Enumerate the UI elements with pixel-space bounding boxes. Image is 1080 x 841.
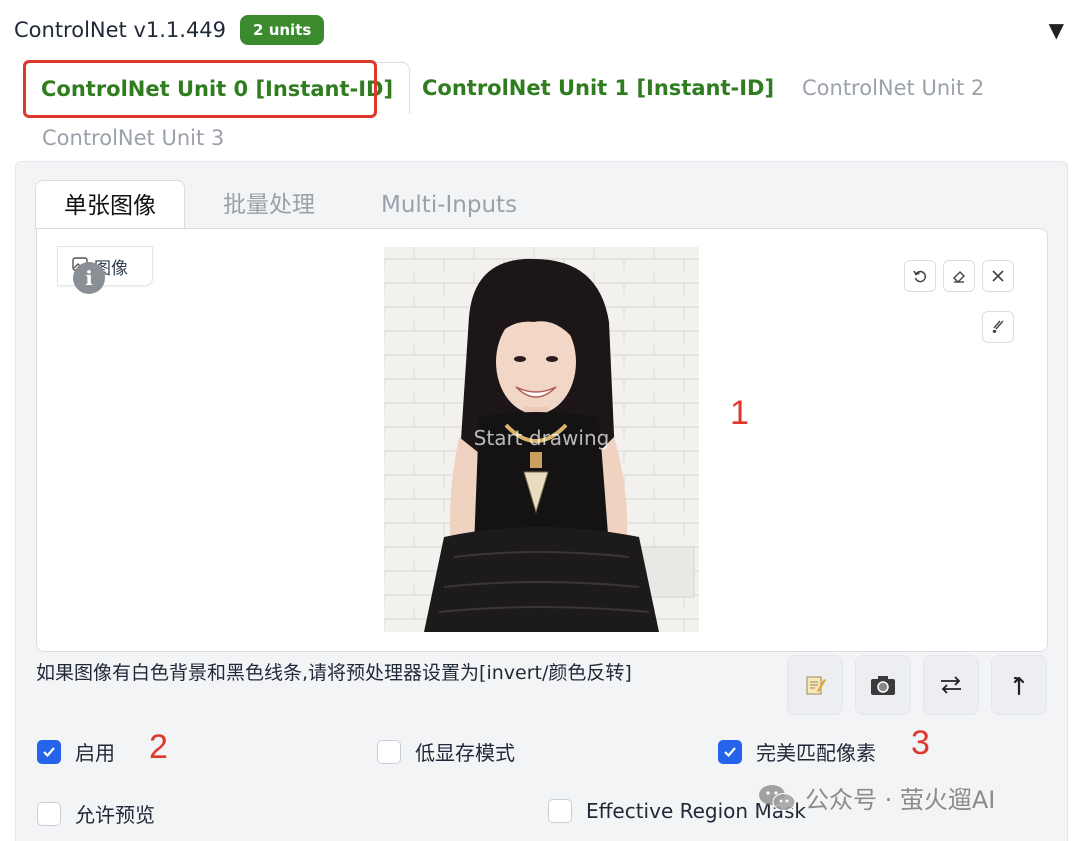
annotation-1: 1	[730, 394, 749, 432]
invert-hint: 如果图像有白色背景和黑色线条,请将预处理器设置为[invert/颜色反转]	[36, 662, 632, 684]
annotation-2: 2	[149, 728, 168, 766]
tab-single-image[interactable]: 单张图像	[35, 180, 185, 230]
canvas-placeholder: Start drawing	[473, 426, 610, 450]
checkbox-unchecked-icon[interactable]	[548, 799, 572, 823]
watermark-text: 公众号 · 萤火遛AI	[805, 786, 996, 814]
upload-arrow-icon[interactable]	[991, 655, 1047, 715]
header-title: ControlNet v1.1.449	[14, 18, 227, 42]
pixel-perfect-label: 完美匹配像素	[756, 741, 876, 765]
swap-icon[interactable]	[923, 655, 979, 715]
tab-unit-2[interactable]: ControlNet Unit 2	[786, 62, 1000, 114]
enable-checkbox[interactable]: 启用	[37, 737, 115, 766]
checkbox-checked-icon[interactable]	[718, 739, 742, 764]
checkbox-unchecked-icon[interactable]	[377, 739, 401, 764]
watermark: 公众号 · 萤火遛AI	[757, 780, 995, 815]
tab-unit-1[interactable]: ControlNet Unit 1 [Instant-ID]	[406, 62, 790, 114]
brush-icon[interactable]	[982, 311, 1014, 343]
low-vram-label: 低显存模式	[415, 741, 515, 765]
camera-icon[interactable]	[855, 655, 911, 715]
highlight-outline	[23, 60, 377, 118]
tab-batch[interactable]: 批量处理	[195, 180, 343, 230]
eraser-icon[interactable]	[943, 260, 975, 292]
undo-icon[interactable]	[904, 260, 936, 292]
input-mode-tabs: 单张图像 批量处理 Multi-Inputs	[35, 180, 1047, 230]
tab-multi-inputs[interactable]: Multi-Inputs	[353, 180, 545, 230]
triangle-down-icon[interactable]: ▼	[1049, 18, 1064, 42]
memo-icon[interactable]	[787, 655, 843, 715]
units-badge: 2 units	[240, 15, 325, 45]
tab-unit-3[interactable]: ControlNet Unit 3	[26, 112, 240, 164]
low-vram-checkbox[interactable]: 低显存模式	[377, 737, 515, 766]
controlnet-header[interactable]: ControlNet v1.1.449 2 units ▼	[14, 12, 1066, 48]
allow-preview-checkbox[interactable]: 允许预览	[37, 799, 155, 828]
close-icon[interactable]	[982, 260, 1014, 292]
annotation-3: 3	[911, 724, 930, 762]
pixel-perfect-checkbox[interactable]: 完美匹配像素	[718, 737, 876, 766]
wechat-icon	[757, 782, 797, 814]
enable-label: 启用	[75, 741, 115, 765]
checkbox-unchecked-icon[interactable]	[37, 801, 61, 826]
checkbox-checked-icon[interactable]	[37, 739, 61, 764]
info-icon[interactable]: i	[73, 262, 105, 294]
image-label: 图像	[57, 246, 153, 286]
allow-preview-label: 允许预览	[75, 803, 155, 827]
